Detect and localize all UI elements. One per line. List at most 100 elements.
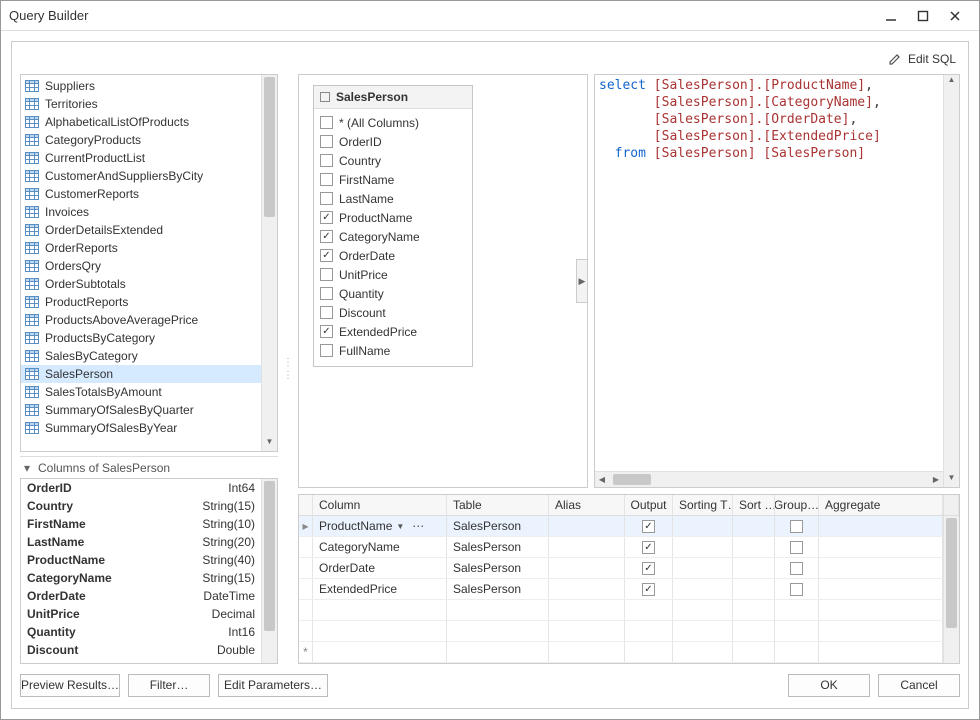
grid-cell-output[interactable] [625, 642, 673, 662]
column-info-row[interactable]: LastNameString(20) [21, 533, 261, 551]
tables-tree-item[interactable]: OrderDetailsExtended [21, 221, 261, 239]
tables-tree[interactable]: SuppliersTerritoriesAlphabeticalListOfPr… [21, 75, 261, 451]
grid-cell-aggregate[interactable] [819, 579, 943, 599]
grid-row[interactable]: CategoryNameSalesPerson✓ [299, 537, 943, 558]
grid-new-row[interactable]: * [299, 642, 943, 663]
grid-row[interactable]: ExtendedPriceSalesPerson ✓ [299, 579, 943, 600]
tables-tree-item[interactable]: SalesTotalsByAmount [21, 383, 261, 401]
grid-cell-table[interactable] [447, 621, 549, 641]
grid-cell-sort-order[interactable] [733, 600, 775, 620]
grid-cell-table[interactable]: SalesPerson [447, 558, 549, 578]
tables-tree-item[interactable]: SummaryOfSalesByYear [21, 419, 261, 437]
grid-cell-sort-type[interactable] [673, 537, 733, 557]
preview-results-button[interactable]: Preview Results… [20, 674, 120, 697]
groupby-checkbox[interactable] [790, 541, 803, 554]
grid-cell-sort-order[interactable] [733, 621, 775, 641]
grid-cell-output[interactable]: ✓ [625, 579, 673, 599]
field-checkbox[interactable]: ✓ [320, 211, 333, 224]
field-checkbox[interactable]: ✓ [320, 230, 333, 243]
tables-tree-item[interactable]: ProductsByCategory [21, 329, 261, 347]
grid-cell-table[interactable] [447, 642, 549, 662]
grid-header-output[interactable]: Output [625, 495, 673, 515]
grid-cell-sort-order[interactable] [733, 579, 775, 599]
grid-cell-column[interactable]: ExtendedPrice [313, 579, 447, 599]
scroll-thumb[interactable] [264, 77, 275, 217]
grid-cell-output[interactable] [625, 600, 673, 620]
grid-vscrollbar[interactable] [943, 516, 959, 663]
entity-title[interactable]: SalesPerson [314, 86, 472, 109]
field-checkbox[interactable] [320, 306, 333, 319]
grid-cell-group-by[interactable] [775, 579, 819, 599]
grid-cell-column[interactable] [313, 600, 447, 620]
entity-salesperson[interactable]: SalesPerson * (All Columns)OrderIDCountr… [313, 85, 473, 367]
close-button[interactable] [939, 4, 971, 28]
tables-tree-item[interactable]: CustomerAndSuppliersByCity [21, 167, 261, 185]
grid-cell-aggregate[interactable] [819, 621, 943, 641]
tables-tree-item[interactable]: CategoryProducts [21, 131, 261, 149]
grid-cell-table[interactable]: SalesPerson [447, 579, 549, 599]
field-checkbox[interactable]: ✓ [320, 325, 333, 338]
selection-grid[interactable]: Column Table Alias Output Sorting T… Sor… [298, 494, 960, 664]
sql-vscrollbar[interactable]: ▲ ▼ [943, 75, 959, 487]
grid-cell-column[interactable]: OrderDate [313, 558, 447, 578]
grid-cell-output[interactable]: ✓ [625, 537, 673, 557]
grid-cell-group-by[interactable] [775, 600, 819, 620]
grid-cell-alias[interactable] [549, 579, 625, 599]
output-checkbox[interactable]: ✓ [642, 583, 655, 596]
columns-scrollbar[interactable] [261, 479, 277, 663]
tables-tree-item[interactable]: OrderSubtotals [21, 275, 261, 293]
splitter-handle[interactable]: ⋮⋮ [284, 74, 292, 664]
sql-text[interactable]: select [SalesPerson].[ProductName], [Sal… [595, 75, 943, 471]
entity-field-row[interactable]: FirstName [316, 170, 470, 189]
grid-cell-group-by[interactable] [775, 621, 819, 641]
tables-tree-item[interactable]: CustomerReports [21, 185, 261, 203]
tables-tree-item[interactable]: OrdersQry [21, 257, 261, 275]
tables-tree-item[interactable]: Invoices [21, 203, 261, 221]
column-info-row[interactable]: OrderIDInt64 [21, 479, 261, 497]
groupby-checkbox[interactable] [790, 583, 803, 596]
tables-scrollbar[interactable]: ▲ ▼ [261, 75, 277, 451]
grid-cell-output[interactable] [625, 621, 673, 641]
output-checkbox[interactable]: ✓ [642, 541, 655, 554]
column-info-row[interactable]: OrderDateDateTime [21, 587, 261, 605]
sql-hscrollbar[interactable]: ◀ ▶ [595, 471, 943, 487]
grid-header-aggregate[interactable]: Aggregate [819, 495, 943, 515]
grid-header-group-by[interactable]: Group… [775, 495, 819, 515]
tables-tree-item[interactable]: OrderReports [21, 239, 261, 257]
grid-cell-column[interactable] [313, 642, 447, 662]
entity-field-row[interactable]: Country [316, 151, 470, 170]
grid-cell-alias[interactable] [549, 516, 625, 536]
grid-cell-sort-type[interactable] [673, 642, 733, 662]
entity-field-row[interactable]: OrderID [316, 132, 470, 151]
scroll-thumb[interactable] [946, 518, 957, 628]
tables-tree-item[interactable]: SalesPerson [21, 365, 261, 383]
column-info-row[interactable]: FirstNameString(10) [21, 515, 261, 533]
filter-button[interactable]: Filter… [128, 674, 210, 697]
grid-cell-sort-type[interactable] [673, 621, 733, 641]
entity-field-row[interactable]: ✓ProductName [316, 208, 470, 227]
grid-row[interactable] [299, 621, 943, 642]
entity-field-row[interactable]: FullName [316, 341, 470, 360]
grid-header-sort-type[interactable]: Sorting T… [673, 495, 733, 515]
tables-tree-item[interactable]: Suppliers [21, 77, 261, 95]
grid-cell-group-by[interactable] [775, 516, 819, 536]
grid-header-column[interactable]: Column [313, 495, 447, 515]
diagram-canvas[interactable]: SalesPerson * (All Columns)OrderIDCountr… [298, 74, 588, 488]
grid-cell-aggregate[interactable] [819, 516, 943, 536]
column-info-row[interactable]: CategoryNameString(15) [21, 569, 261, 587]
maximize-button[interactable] [907, 4, 939, 28]
field-checkbox[interactable] [320, 173, 333, 186]
grid-header-table[interactable]: Table [447, 495, 549, 515]
output-checkbox[interactable]: ✓ [642, 520, 655, 533]
grid-cell-column[interactable] [313, 621, 447, 641]
grid-cell-table[interactable] [447, 600, 549, 620]
grid-cell-alias[interactable] [549, 600, 625, 620]
entity-field-row[interactable]: * (All Columns) [316, 113, 470, 132]
grid-cell-aggregate[interactable] [819, 537, 943, 557]
edit-parameters-button[interactable]: Edit Parameters… [218, 674, 328, 697]
tables-tree-item[interactable]: ProductsAboveAveragePrice [21, 311, 261, 329]
scroll-thumb[interactable] [264, 481, 275, 631]
field-checkbox[interactable] [320, 192, 333, 205]
minimize-button[interactable] [875, 4, 907, 28]
grid-cell-column[interactable]: ProductName▼⋯ [313, 516, 447, 536]
